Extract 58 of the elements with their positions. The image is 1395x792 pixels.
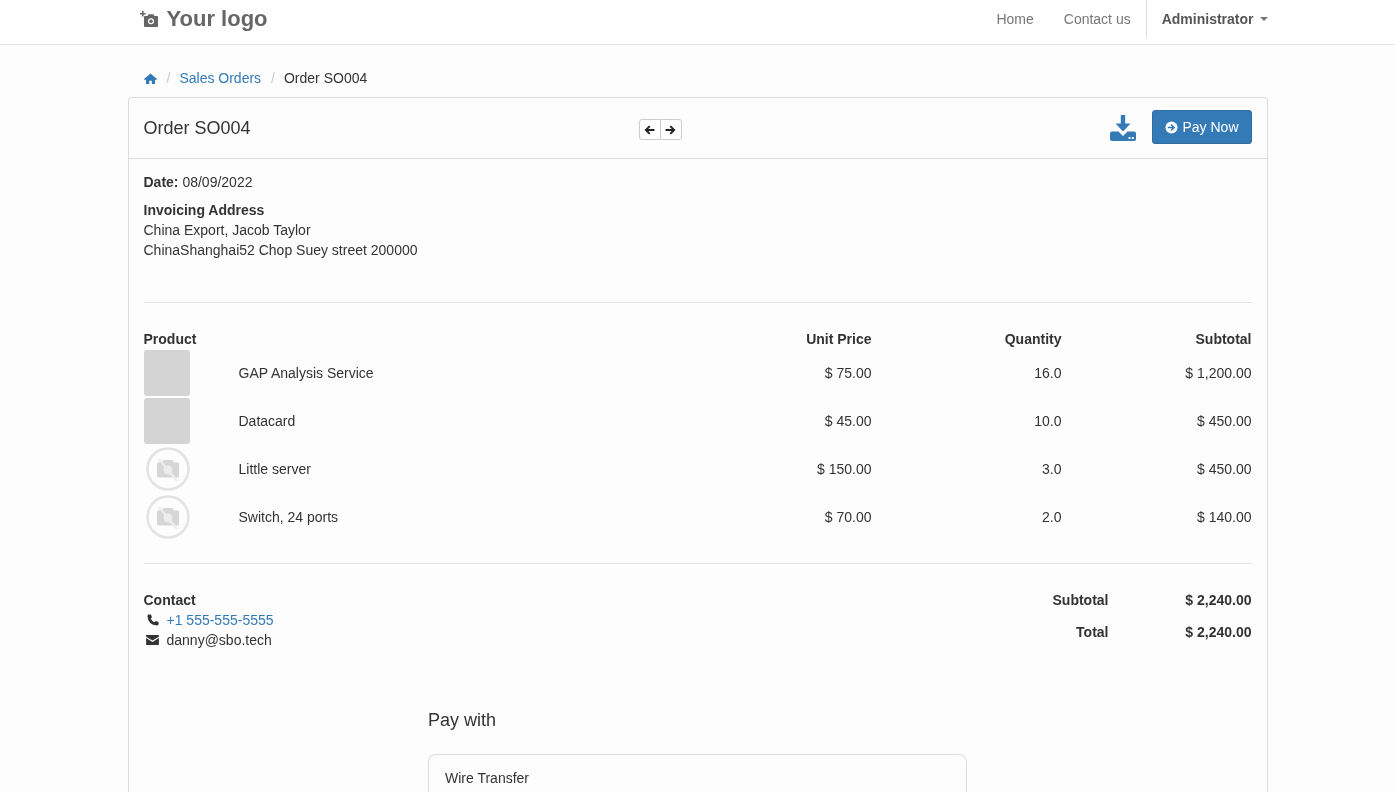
quantity: 2.0: [1042, 508, 1062, 527]
column-header: Unit Price: [806, 330, 872, 349]
arrow-left-icon: [644, 124, 655, 135]
next-button[interactable]: [659, 119, 682, 140]
product-name: Datacard: [238, 412, 296, 431]
breadcrumb-link[interactable]: Sales Orders: [179, 68, 262, 88]
pay-with-heading: Pay with: [428, 709, 498, 732]
total-value: $ 2,240.00: [1185, 591, 1252, 610]
breadcrumb-current: Order SO004: [284, 69, 368, 88]
column-header: Subtotal: [1195, 330, 1252, 349]
quantity: 3.0: [1042, 460, 1062, 479]
email-address: danny@sbo.tech: [166, 631, 272, 650]
address-label: Invoicing Address: [143, 201, 266, 220]
breadcrumb-separator: /: [270, 69, 276, 88]
phone-link[interactable]: +1 555-555-5555: [166, 610, 274, 630]
photo-placeholder: [143, 398, 190, 444]
crossed-camera-icon: [145, 495, 190, 539]
logo-link[interactable]: Your logo: [139, 7, 268, 31]
product-name: Switch, 24 ports: [238, 508, 339, 527]
total-value: $ 2,240.00: [1185, 623, 1252, 642]
line-subtotal: $ 450.00: [1197, 412, 1252, 431]
payment-method-option[interactable]: Wire Transfer: [428, 754, 967, 792]
total-label: Total: [1076, 623, 1109, 642]
nav-link[interactable]: Home: [981, 0, 1049, 38]
line-subtotal: $ 450.00: [1197, 460, 1252, 479]
circle-arrow-right-icon: [1165, 120, 1179, 134]
total-label: Subtotal: [1052, 591, 1109, 610]
camera-plus-icon: [139, 11, 158, 27]
quantity: 10.0: [1034, 412, 1062, 431]
crossed-camera-icon: [145, 447, 190, 491]
unit-price: $ 45.00: [824, 412, 872, 431]
order-title: Order SO004: [143, 117, 251, 139]
user-menu[interactable]: Administrator: [1145, 0, 1283, 38]
home-icon[interactable]: [143, 72, 157, 84]
unit-price: $ 70.00: [824, 508, 872, 527]
line-subtotal: $ 1,200.00: [1185, 364, 1252, 383]
unit-price: $ 75.00: [824, 364, 872, 383]
download-icon[interactable]: [1110, 115, 1137, 141]
column-header: Quantity: [1004, 330, 1062, 349]
breadcrumb-separator: /: [165, 69, 172, 88]
unit-price: $ 150.00: [817, 460, 872, 479]
contact-label: Contact: [143, 591, 197, 610]
line-subtotal: $ 140.00: [1197, 508, 1252, 527]
nav-link[interactable]: Contact us: [1048, 0, 1146, 38]
quantity: 16.0: [1034, 364, 1062, 383]
caret-icon: [1259, 17, 1268, 21]
photo-placeholder: [143, 350, 190, 396]
pay-now-button[interactable]: Pay Now: [1152, 110, 1252, 144]
column-header: Product: [143, 330, 198, 349]
address-line: China Export, Jacob Taylor: [143, 221, 312, 240]
arrow-right-icon: [665, 124, 676, 135]
product-name: GAP Analysis Service: [238, 364, 374, 383]
order-date: Date: 08/09/2022: [143, 173, 254, 192]
envelope-icon: [145, 635, 159, 645]
phone-icon: [146, 614, 159, 626]
address-line: ChinaShanghai52 Chop Suey street 200000: [143, 241, 419, 260]
product-name: Little server: [238, 460, 311, 479]
previous-button[interactable]: [638, 119, 661, 140]
